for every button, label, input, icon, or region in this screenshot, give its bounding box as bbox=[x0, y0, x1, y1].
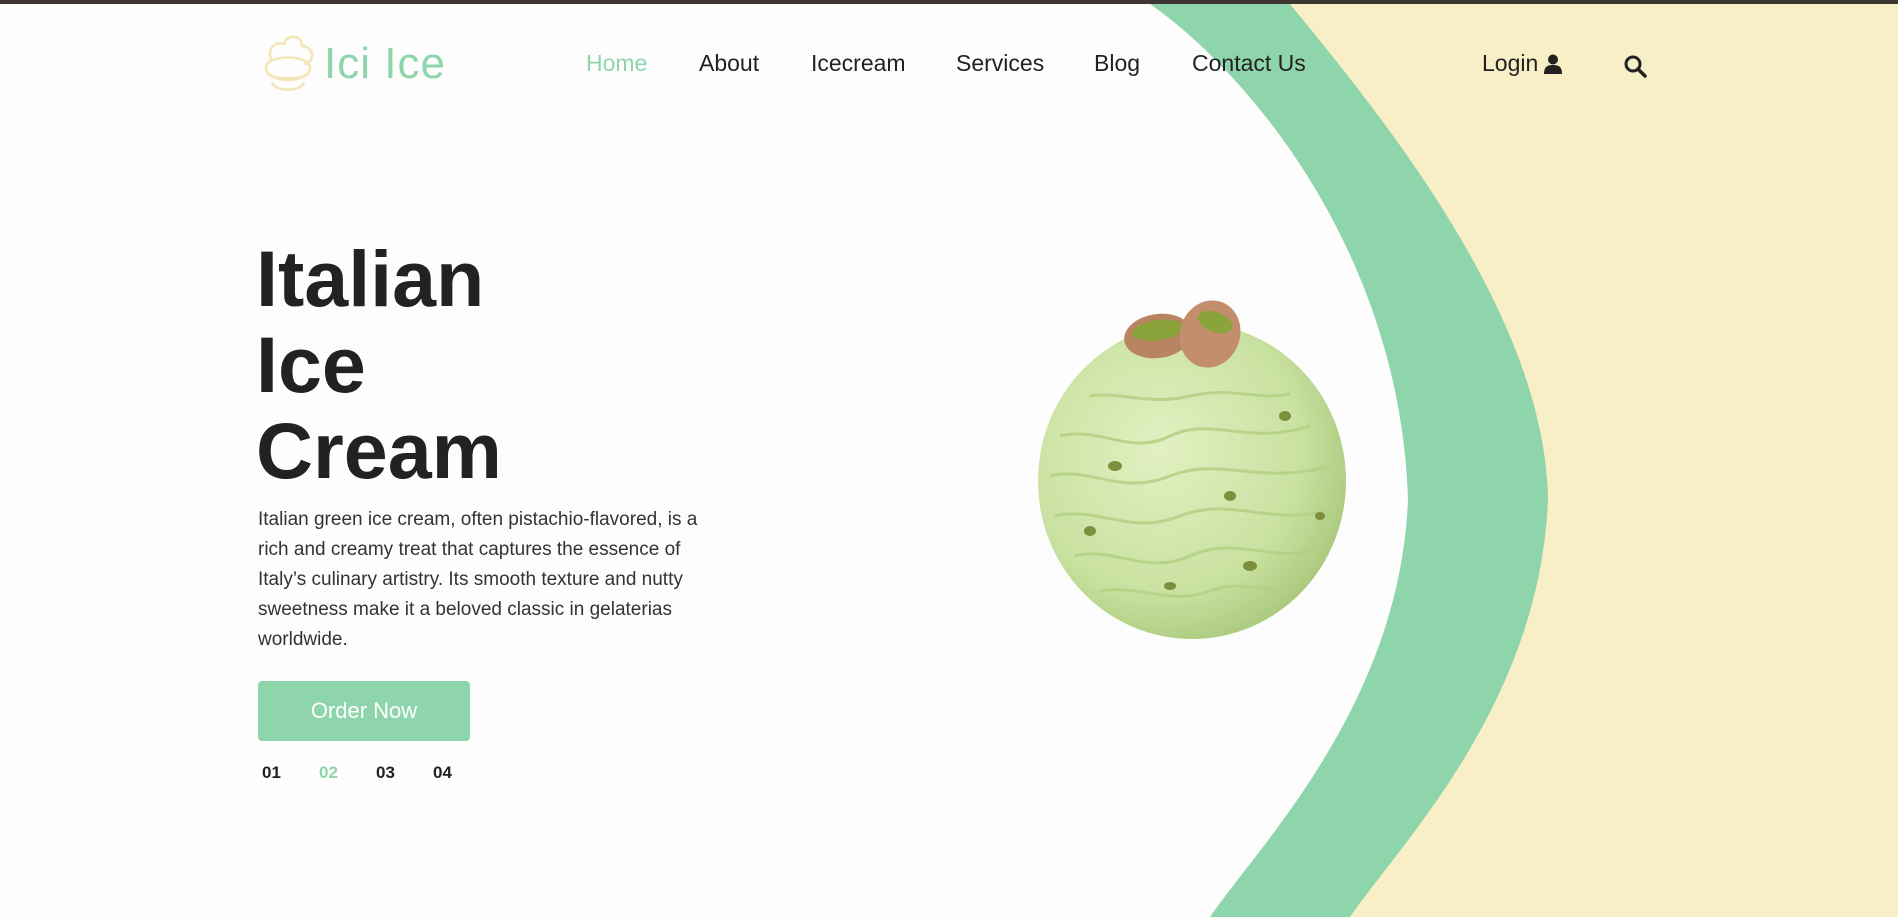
order-now-button[interactable]: Order Now bbox=[258, 681, 470, 741]
hero-title: Italian Ice Cream bbox=[256, 236, 502, 494]
hero-title-line: Cream bbox=[256, 406, 502, 495]
search-button[interactable] bbox=[1623, 54, 1647, 83]
ice-cream-logo-icon bbox=[264, 35, 314, 91]
brand-name: Ici Ice bbox=[324, 39, 446, 88]
slide-page-4[interactable]: 04 bbox=[429, 752, 486, 794]
slider-pagination: 01 02 03 04 bbox=[258, 752, 486, 794]
hero-description: Italian green ice cream, often pistachio… bbox=[258, 509, 698, 650]
hero-title-line: Italian bbox=[256, 234, 485, 323]
nav-item-about[interactable]: About bbox=[699, 50, 759, 77]
nav-item-icecream[interactable]: Icecream bbox=[811, 50, 906, 77]
user-icon bbox=[1544, 54, 1563, 74]
slide-page-1[interactable]: 01 bbox=[258, 752, 315, 794]
hero-title-line: Ice bbox=[256, 320, 366, 409]
login-label: Login bbox=[1482, 50, 1539, 76]
search-icon bbox=[1624, 55, 1647, 78]
brand-logo[interactable]: Ici Ice bbox=[258, 30, 446, 98]
slide-page-3[interactable]: 03 bbox=[372, 752, 429, 794]
pistachio-ice-cream-image bbox=[1038, 300, 1346, 639]
nav-item-contact[interactable]: Contact Us bbox=[1192, 50, 1306, 77]
nav-item-services[interactable]: Services bbox=[956, 50, 1044, 77]
nav-item-blog[interactable]: Blog bbox=[1094, 50, 1140, 77]
nav-item-home[interactable]: Home bbox=[586, 50, 647, 77]
slide-page-2[interactable]: 02 bbox=[315, 752, 372, 794]
login-button[interactable]: Login bbox=[1482, 50, 1563, 77]
